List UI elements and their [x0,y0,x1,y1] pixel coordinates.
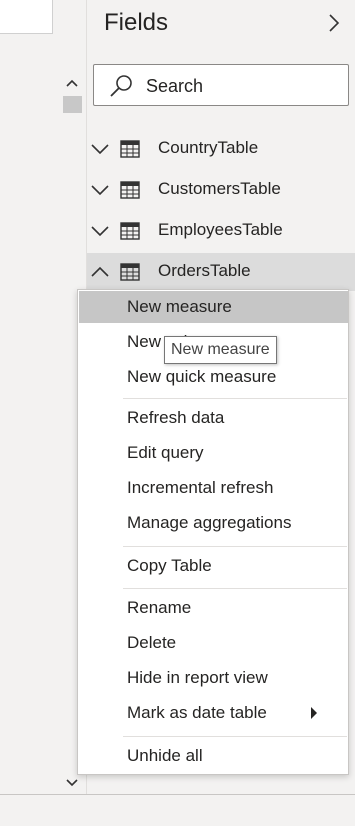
search-box[interactable] [93,64,349,106]
menu-item-label: New measure [127,297,232,316]
scroll-down-icon[interactable] [61,774,83,792]
menu-item-label: Manage aggregations [127,513,292,532]
table-name: CountryTable [158,138,259,157]
menu-item-delete[interactable]: Delete [79,627,348,659]
menu-item-label: Unhide all [127,746,203,765]
menu-separator [123,588,347,589]
table-name: CustomersTable [158,179,281,198]
menu-separator [123,398,347,399]
scroll-up-icon[interactable] [61,74,83,92]
scroll-thumb[interactable] [63,96,82,113]
chevron-down-icon[interactable] [91,183,109,197]
table-name: EmployeesTable [158,220,283,239]
menu-item-unhide-all[interactable]: Unhide all [79,740,348,772]
menu-item-label: Hide in report view [127,668,268,687]
table-icon [120,181,140,199]
menu-item-label: Copy Table [127,556,212,575]
menu-item-manage-aggregations[interactable]: Manage aggregations [79,507,348,539]
menu-separator [123,546,347,547]
menu-item-mark-as-date-table[interactable]: Mark as date table [79,697,348,729]
table-row[interactable]: EmployeesTable [87,212,355,250]
table-icon [120,140,140,158]
menu-item-rename[interactable]: Rename [79,592,348,624]
table-row[interactable]: OrdersTable [87,253,355,291]
menu-item-refresh-data[interactable]: Refresh data [79,402,348,434]
menu-item-new-quick-measure[interactable]: New quick measure [79,361,348,393]
tooltip: New measure [164,336,277,364]
chevron-right-icon[interactable] [324,11,344,35]
menu-item-copy-table[interactable]: Copy Table [79,550,348,582]
menu-item-label: Mark as date table [127,703,267,722]
status-bar [0,794,355,826]
chevron-down-icon[interactable] [91,142,109,156]
pane-title: Fields [104,9,169,36]
menu-item-label: Rename [127,598,192,617]
table-icon [120,222,140,240]
menu-item-label: Edit query [127,443,204,462]
menu-separator [123,736,347,737]
menu-item-incremental-refresh[interactable]: Incremental refresh [79,472,348,504]
menu-item-hide-in-report-view[interactable]: Hide in report view [79,662,348,694]
menu-item-new-measure[interactable]: New measure [79,291,348,323]
table-icon [120,263,140,281]
table-row[interactable]: CustomersTable [87,171,355,209]
search-input[interactable] [144,73,338,99]
table-row[interactable]: CountryTable [87,130,355,168]
menu-item-label: New quick measure [127,367,277,386]
chevron-up-icon[interactable] [91,265,109,279]
menu-item-label: Delete [127,633,177,652]
table-name: OrdersTable [158,261,251,280]
menu-item-label: Incremental refresh [127,478,274,497]
menu-item-label: Refresh data [127,408,225,427]
chevron-down-icon[interactable] [91,224,109,238]
submenu-arrow-icon [311,707,317,719]
search-icon [110,75,132,97]
menu-item-edit-query[interactable]: Edit query [79,437,348,469]
report-canvas [0,0,53,34]
